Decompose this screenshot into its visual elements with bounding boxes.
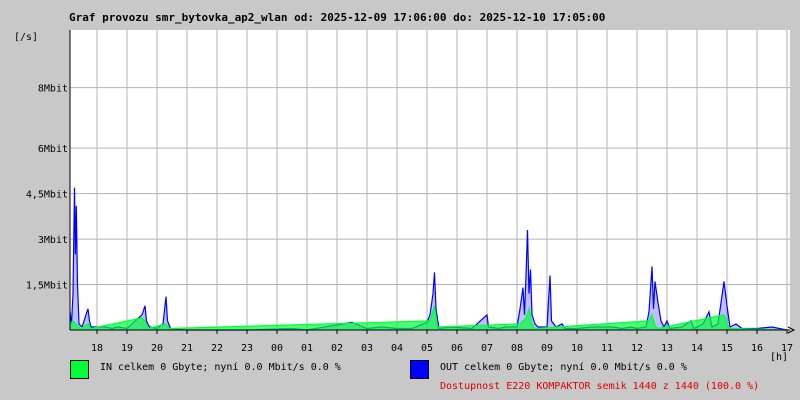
x-tick-label: 14 [691, 343, 703, 354]
x-tick-label: 11 [601, 343, 613, 354]
x-tick-label: 00 [271, 343, 283, 354]
x-tick-label: 04 [391, 343, 403, 354]
x-tick-label: 01 [301, 343, 313, 354]
availability-text: Dostupnost E220 KOMPAKTOR semik 1440 z 1… [440, 381, 760, 392]
traffic-chart: 18 19 20 21 22 23 00 01 02 03 04 05 06 07 08 09 10 11 12 13… [14, 30, 796, 363]
x-tick-label: 07 [481, 343, 493, 354]
x-tick-label: 05 [421, 343, 433, 354]
y-tick-label: 4,5Mbit [26, 190, 68, 201]
legend-in-swatch [70, 360, 89, 379]
x-tick-label: 10 [571, 343, 583, 354]
x-tick-label: 02 [331, 343, 343, 354]
legend-out-label: OUT celkem 0 Gbyte; nyní 0.0 Mbit/s 0.0 … [440, 362, 687, 373]
y-tick-label: 1,5Mbit [26, 281, 68, 292]
y-tick-label: 3Mbit [38, 235, 68, 246]
x-tick-label: 13 [661, 343, 673, 354]
legend-in-label: IN celkem 0 Gbyte; nyní 0.0 Mbit/s 0.0 % [100, 362, 341, 373]
x-tick-label: 03 [361, 343, 373, 354]
x-tick-label: 15 [721, 343, 733, 354]
x-tick-label: 08 [511, 343, 523, 354]
x-tick-label: 12 [631, 343, 643, 354]
x-tick-label: 18 [91, 343, 103, 354]
y-axis-label: [/s] [14, 32, 38, 43]
x-tick-label: 20 [151, 343, 163, 354]
x-tick-label: 21 [181, 343, 193, 354]
x-tick-label: 19 [121, 343, 133, 354]
x-tick-label: 06 [451, 343, 463, 354]
y-tick-label: 8Mbit [38, 84, 68, 95]
x-tick-label: 16 [751, 343, 763, 354]
x-tick-label: 09 [541, 343, 553, 354]
y-tick-label: 6Mbit [38, 144, 68, 155]
x-axis-label: [h] [770, 352, 788, 363]
x-tick-label: 23 [241, 343, 253, 354]
legend-out-swatch [410, 360, 429, 379]
x-tick-label: 22 [211, 343, 223, 354]
